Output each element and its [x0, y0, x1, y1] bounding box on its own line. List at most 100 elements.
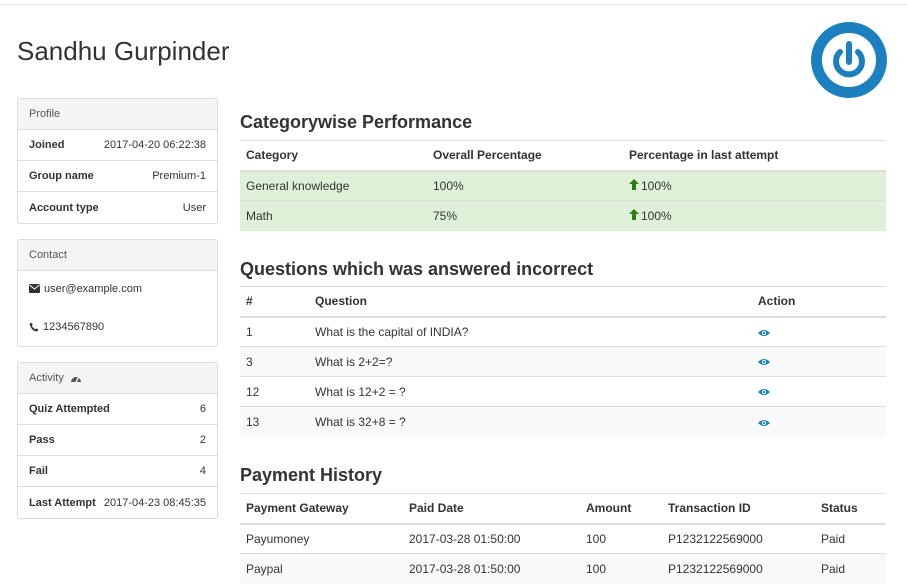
- profile-row-group: Group name Premium-1: [18, 161, 217, 192]
- activity-value: 6: [199, 403, 206, 415]
- column-header: Question: [309, 286, 752, 318]
- profile-row-account-type: Account type User: [18, 192, 217, 223]
- table-row: Paypal 2017-03-28 01:50:00 100 P12321225…: [240, 553, 886, 584]
- incorrect-title: Questions which was answered incorrect: [240, 259, 594, 279]
- contact-phone-line: 1234567890: [29, 319, 206, 346]
- activity-value: 2017-04-23 08:45:35: [103, 496, 206, 509]
- table-row: General knowledge 100% 100%: [240, 170, 886, 201]
- transaction-id-cell: P1232122569000: [662, 523, 815, 554]
- contact-email: user@example.com: [44, 283, 142, 295]
- gateway-cell: Payumoney: [240, 523, 403, 554]
- arrow-up-icon: [629, 178, 639, 190]
- amount-cell: 100: [580, 523, 662, 554]
- eye-icon[interactable]: [758, 329, 770, 337]
- performance-table: Category Overall Percentage Percentage i…: [240, 140, 886, 231]
- profile-label: Account type: [29, 201, 99, 214]
- last-attempt-cell: 100%: [623, 170, 886, 201]
- action-cell: [752, 346, 886, 377]
- column-header: Payment Gateway: [240, 493, 403, 525]
- payments-title: Payment History: [240, 465, 383, 485]
- profile-label: Group name: [29, 170, 94, 182]
- status-cell: Paid: [815, 523, 886, 554]
- contact-phone: 1234567890: [43, 321, 105, 333]
- incorrect-table: # Question Action 1 What is the capital …: [240, 286, 886, 437]
- question-text: What is the capital of INDIA?: [309, 316, 752, 347]
- activity-row-fail: Fail 4: [18, 456, 217, 487]
- last-attempt-value: 100%: [641, 178, 672, 193]
- column-header: Percentage in last attempt: [623, 140, 886, 172]
- column-header: Paid Date: [403, 493, 580, 525]
- eye-icon[interactable]: [758, 388, 770, 396]
- activity-label: Pass: [29, 434, 55, 446]
- table-row: 3 What is 2+2=?: [240, 346, 886, 377]
- last-attempt-value: 100%: [641, 208, 672, 223]
- profile-row-joined: Joined 2017-04-20 06:22:38: [18, 130, 217, 161]
- profile-panel: Profile Joined 2017-04-20 06:22:38 Group…: [17, 98, 218, 224]
- action-cell: [752, 376, 886, 407]
- question-text: What is 32+8 = ?: [309, 406, 752, 437]
- category-cell: Math: [240, 200, 427, 231]
- action-cell: [752, 316, 886, 347]
- dashboard-icon: [70, 376, 81, 382]
- activity-row-last-attempt: Last Attempt 2017-04-23 08:45:35: [18, 487, 217, 518]
- activity-heading-row: Activity: [18, 363, 217, 394]
- activity-label: Quiz Attempted: [29, 403, 110, 415]
- question-text: What is 2+2=?: [309, 346, 752, 377]
- question-number: 1: [240, 316, 309, 347]
- transaction-id-cell: P1232122569000: [662, 553, 815, 584]
- column-header: #: [240, 286, 309, 318]
- activity-value: 2: [199, 434, 206, 446]
- column-header: Category: [240, 140, 427, 172]
- category-cell: General knowledge: [240, 170, 427, 201]
- table-row: 13 What is 32+8 = ?: [240, 406, 886, 437]
- top-divider: [0, 4, 907, 5]
- column-header: Overall Percentage: [427, 140, 623, 172]
- profile-heading: Profile: [18, 99, 217, 130]
- eye-icon[interactable]: [758, 358, 770, 366]
- activity-heading: Activity: [29, 372, 64, 384]
- arrow-up-icon: [629, 208, 639, 220]
- envelope-icon: [29, 284, 40, 293]
- phone-icon: [29, 322, 39, 332]
- profile-value: User: [182, 201, 206, 214]
- status-cell: Paid: [815, 553, 886, 584]
- contact-panel: Contact user@example.com 1234567890: [17, 239, 218, 347]
- overall-cell: 75%: [427, 200, 623, 231]
- payments-table: Payment Gateway Paid Date Amount Transac…: [240, 493, 886, 584]
- overall-cell: 100%: [427, 170, 623, 201]
- table-header-row: Payment Gateway Paid Date Amount Transac…: [240, 493, 886, 525]
- activity-value: 4: [199, 465, 206, 477]
- paid-date-cell: 2017-03-28 01:50:00: [403, 523, 580, 554]
- contact-email-line: user@example.com: [29, 281, 206, 319]
- activity-label: Last Attempt: [29, 496, 96, 509]
- table-header-row: # Question Action: [240, 286, 886, 318]
- column-header: Action: [752, 286, 886, 318]
- question-number: 13: [240, 406, 309, 437]
- last-attempt-cell: 100%: [623, 200, 886, 231]
- contact-heading: Contact: [18, 240, 217, 271]
- performance-title: Categorywise Performance: [240, 112, 473, 132]
- activity-row-quiz-attempted: Quiz Attempted 6: [18, 394, 217, 425]
- page-title: Sandhu Gurpinder: [17, 36, 230, 66]
- eye-icon[interactable]: [758, 419, 770, 427]
- paid-date-cell: 2017-03-28 01:50:00: [403, 553, 580, 584]
- action-cell: [752, 406, 886, 437]
- column-header: Amount: [580, 493, 662, 525]
- table-row: 1 What is the capital of INDIA?: [240, 316, 886, 347]
- profile-value: Premium-1: [152, 170, 206, 182]
- amount-cell: 100: [580, 553, 662, 584]
- column-header: Status: [815, 493, 886, 525]
- gateway-cell: Paypal: [240, 553, 403, 584]
- table-row: 12 What is 12+2 = ?: [240, 376, 886, 407]
- profile-label: Joined: [29, 139, 65, 151]
- table-row: Payumoney 2017-03-28 01:50:00 100 P12321…: [240, 523, 886, 554]
- power-logo-icon: [811, 22, 887, 98]
- question-number: 3: [240, 346, 309, 377]
- activity-row-pass: Pass 2: [18, 425, 217, 456]
- table-row: Math 75% 100%: [240, 200, 886, 231]
- question-number: 12: [240, 376, 309, 407]
- question-text: What is 12+2 = ?: [309, 376, 752, 407]
- column-header: Transaction ID: [662, 493, 815, 525]
- activity-label: Fail: [29, 465, 48, 477]
- table-header-row: Category Overall Percentage Percentage i…: [240, 140, 886, 172]
